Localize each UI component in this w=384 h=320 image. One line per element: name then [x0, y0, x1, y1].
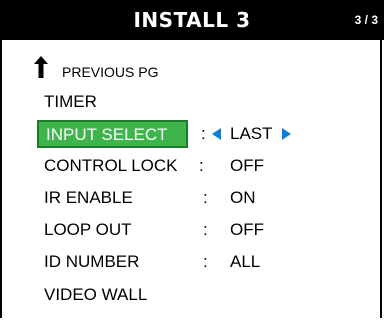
input-select-value: LAST: [230, 124, 273, 143]
loop-out-value: OFF: [230, 220, 264, 239]
page-indicator: 3 / 3: [354, 13, 378, 27]
ir-enable-value: ON: [230, 188, 256, 207]
control-lock-item[interactable]: CONTROL LOCK: [44, 156, 178, 176]
video-wall-item[interactable]: VIDEO WALL: [44, 285, 147, 305]
control-lock-value: OFF: [230, 156, 264, 175]
id-number-value: ALL: [230, 252, 261, 271]
right-triangle-icon[interactable]: [282, 128, 291, 140]
id-number-item[interactable]: ID NUMBER: [44, 252, 139, 272]
up-arrow-icon: [34, 56, 48, 78]
menu-header: INSTALL 3 3 / 3: [0, 0, 384, 40]
loop-out-colon: :: [203, 220, 208, 239]
loop-out-item[interactable]: LOOP OUT: [44, 220, 132, 240]
previous-page-item[interactable]: PREVIOUS PG: [62, 62, 158, 82]
timer-item[interactable]: TIMER: [44, 92, 97, 112]
ir-enable-colon: :: [203, 188, 208, 207]
control-lock-colon: :: [199, 156, 204, 175]
left-triangle-icon[interactable]: [212, 128, 221, 140]
id-number-colon: :: [203, 252, 208, 271]
input-select-colon: :: [201, 124, 206, 143]
ir-enable-item[interactable]: IR ENABLE: [44, 188, 133, 208]
input-select-label: INPUT SELECT: [46, 125, 168, 144]
input-select-item[interactable]: INPUT SELECT: [37, 120, 188, 148]
menu-title: INSTALL 3: [133, 8, 251, 32]
